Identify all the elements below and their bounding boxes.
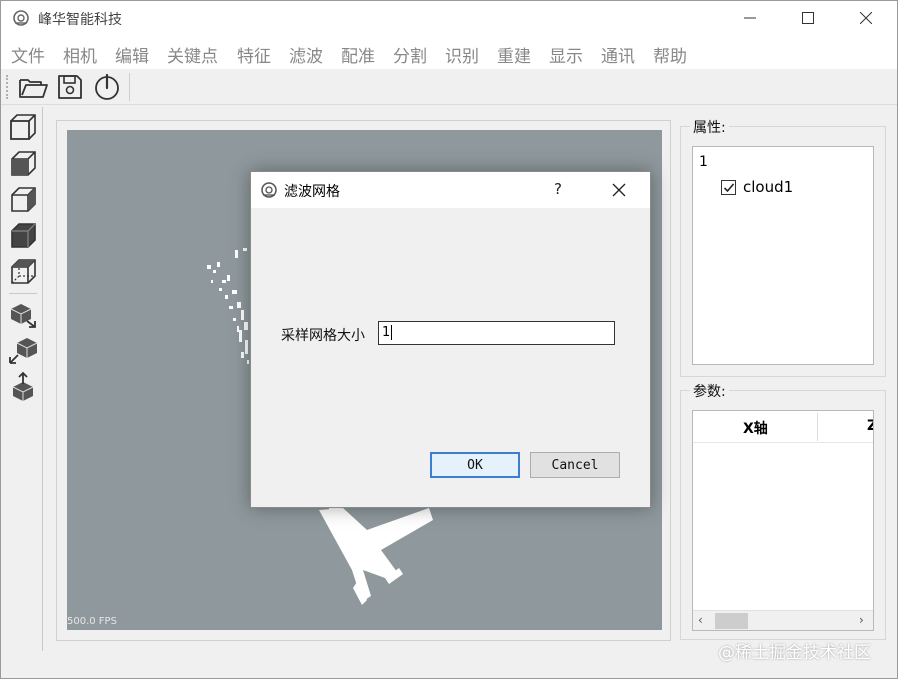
dialog-close-icon[interactable] (611, 182, 627, 198)
tree-root-item[interactable]: 1 (699, 154, 708, 170)
menu-recognition[interactable]: 识别 (445, 42, 479, 67)
view-top-cube-icon (11, 151, 36, 176)
power-icon (95, 73, 119, 100)
save-icon (58, 75, 82, 99)
tools-separator (9, 293, 37, 294)
menu-features[interactable]: 特征 (237, 42, 271, 67)
window-title: 峰华智能科技 (38, 12, 122, 28)
menu-file[interactable]: 文件 (11, 42, 45, 67)
main-window: 峰华智能科技 文件 相机 编辑 关键点 特征 滤波 配准 分割 识别 重建 显示… (0, 0, 898, 679)
scrollbar-thumb[interactable] (715, 613, 748, 629)
menu-display[interactable]: 显示 (549, 42, 583, 67)
menu-help[interactable]: 帮助 (653, 42, 687, 67)
menu-bar: 文件 相机 编辑 关键点 特征 滤波 配准 分割 识别 重建 显示 通讯 帮助 (1, 35, 897, 69)
grid-size-label: 采样网格大小 (281, 328, 365, 344)
view-solid-button[interactable] (7, 219, 39, 251)
scroll-right-icon[interactable]: › (859, 613, 864, 627)
view-side-cube-icon (11, 187, 36, 212)
fps-counter: 500.0 FPS (67, 616, 117, 627)
view-top-button[interactable] (7, 147, 39, 179)
scroll-left-icon[interactable]: ‹ (698, 613, 703, 627)
power-button[interactable] (91, 71, 123, 103)
view-front-cube-icon (10, 114, 36, 140)
open-folder-icon (19, 79, 48, 98)
table-header: X轴 Z (693, 411, 873, 443)
menu-keypoints[interactable]: 关键点 (167, 42, 218, 67)
tree-item-label: cloud1 (743, 178, 794, 196)
minimize-button[interactable] (721, 1, 779, 35)
cube-upload-button[interactable] (7, 371, 39, 403)
menu-reconstruction[interactable]: 重建 (497, 42, 531, 67)
cube-rotate-icon (9, 338, 38, 364)
tree-item-cloud1[interactable]: cloud1 (721, 178, 793, 196)
app-logo-icon (13, 10, 29, 26)
watermark: @稀土掘金技术社区 (718, 643, 871, 663)
dialog-logo-icon (261, 182, 277, 198)
text-caret (391, 325, 393, 340)
close-icon (860, 12, 872, 24)
help-button[interactable]: ? (554, 180, 562, 198)
menu-filter[interactable]: 滤波 (289, 42, 323, 67)
menu-communication[interactable]: 通讯 (601, 42, 635, 67)
view-iso-button[interactable] (7, 255, 39, 287)
maximize-icon (802, 12, 814, 24)
menu-registration[interactable]: 配准 (341, 42, 375, 67)
horizontal-scrollbar[interactable]: ‹ › (693, 610, 873, 630)
toolbar-separator (129, 73, 130, 101)
filter-grid-dialog: 滤波网格 ? 采样网格大小 1 OK Cancel (250, 171, 651, 508)
column-header-x[interactable]: X轴 (743, 418, 768, 438)
save-button[interactable] (54, 71, 86, 103)
parameters-title: 参数: (690, 381, 729, 401)
menu-camera[interactable]: 相机 (63, 42, 97, 67)
grid-size-input[interactable]: 1 (378, 321, 615, 345)
title-bar: 峰华智能科技 (1, 1, 897, 35)
column-divider[interactable] (817, 413, 818, 441)
toolbar-grip[interactable] (6, 75, 9, 99)
properties-tree[interactable]: 1 cloud1 (692, 146, 874, 365)
menu-edit[interactable]: 编辑 (115, 42, 149, 67)
minimize-icon (744, 17, 756, 19)
properties-title: 属性: (690, 117, 729, 137)
view-iso-cube-icon (11, 259, 36, 284)
parameters-table[interactable]: X轴 Z ‹ › (692, 410, 874, 631)
dialog-title: 滤波网格 (284, 184, 340, 200)
close-window-button[interactable] (837, 1, 895, 35)
checkmark-icon (723, 182, 735, 192)
column-header-z[interactable]: Z (867, 418, 873, 434)
toolbar (1, 69, 897, 105)
open-button[interactable] (17, 71, 49, 103)
cancel-button[interactable]: Cancel (530, 452, 620, 478)
maximize-button[interactable] (779, 1, 837, 35)
cube-export-button[interactable] (7, 299, 39, 331)
view-side-button[interactable] (7, 183, 39, 215)
view-solid-cube-icon (11, 223, 36, 248)
cube-rotate-button[interactable] (7, 335, 39, 367)
cube-upload-icon (12, 371, 34, 401)
view-front-button[interactable] (7, 111, 39, 143)
dialog-title-bar[interactable]: 滤波网格 ? (251, 172, 650, 208)
ok-button[interactable]: OK (430, 452, 520, 478)
view-toolbar (3, 107, 43, 651)
cloud1-checkbox[interactable] (721, 179, 736, 195)
menu-segmentation[interactable]: 分割 (393, 42, 427, 67)
cube-export-icon (10, 304, 36, 328)
grid-size-value: 1 (382, 325, 391, 340)
